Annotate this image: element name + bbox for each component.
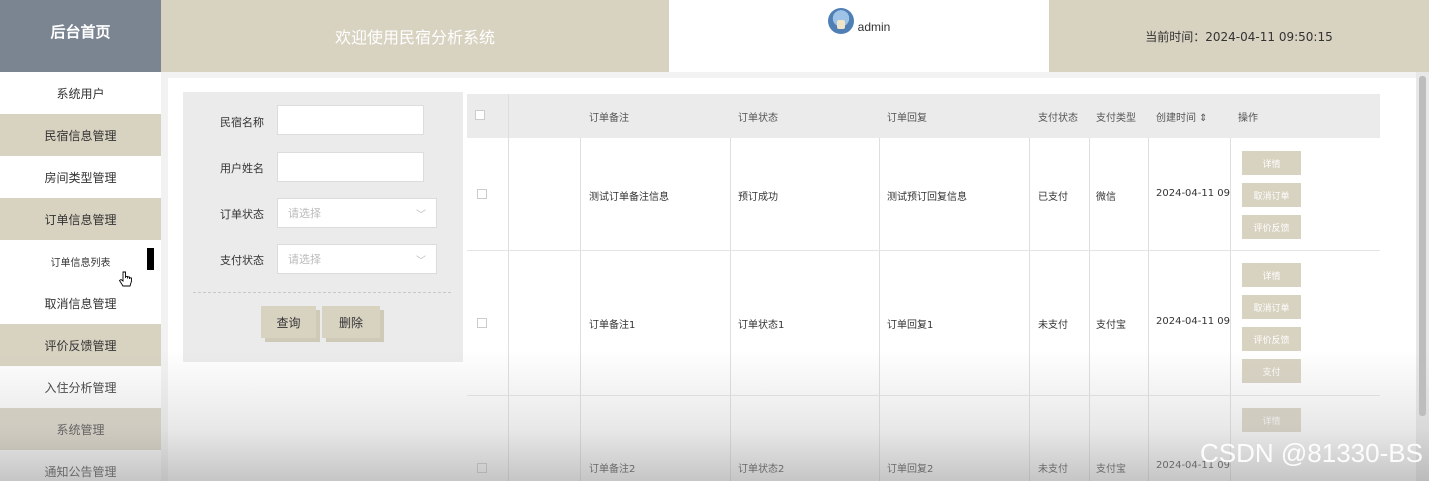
cell-remark: 订单备注1 xyxy=(589,320,636,331)
pay-status-label: 支付状态 xyxy=(220,254,264,267)
header-reply: 订单回复 xyxy=(887,112,927,124)
details-button[interactable]: 详情 xyxy=(1242,151,1301,175)
sidebar-item-system-management[interactable]: 系统管理 xyxy=(0,408,161,450)
cell-pay-status: 已支付 xyxy=(1038,192,1068,203)
orders-table: 订单备注 订单状态 订单回复 支付状态 支付类型 创建时间 ⇕ 操作 测试订单备… xyxy=(467,94,1380,481)
header-status: 订单状态 xyxy=(738,112,778,124)
header-pay-type: 支付类型 xyxy=(1096,112,1136,124)
order-status-label: 订单状态 xyxy=(220,208,264,221)
table-row: 订单备注1 订单状态1 订单回复1 未支付 支付宝 2024-04-11 09:… xyxy=(467,251,1380,396)
sidebar-item-order-management[interactable]: 订单信息管理 xyxy=(0,198,161,240)
select-all-checkbox[interactable] xyxy=(475,110,485,120)
active-indicator xyxy=(147,248,154,270)
sidebar-item-feedback-management[interactable]: 评价反馈管理 xyxy=(0,324,161,366)
sidebar-item-room-type-management[interactable]: 房间类型管理 xyxy=(0,156,161,198)
feedback-button[interactable]: 评价反馈 xyxy=(1242,215,1301,239)
cell-status: 订单状态2 xyxy=(738,464,785,475)
cell-created-time: 2024-04-11 09:4 xyxy=(1156,188,1230,199)
pay-status-select[interactable]: 请选择 ﹀ xyxy=(277,244,437,274)
delete-button[interactable]: 删除 xyxy=(322,306,380,338)
vertical-scrollbar[interactable] xyxy=(1416,72,1429,481)
hand-cursor-icon xyxy=(118,271,132,287)
details-button[interactable]: 详情 xyxy=(1242,263,1301,287)
cell-pay-status: 未支付 xyxy=(1038,320,1068,331)
order-status-placeholder: 请选择 xyxy=(288,207,321,220)
chevron-down-icon: ﹀ xyxy=(416,255,426,267)
homestay-name-label: 民宿名称 xyxy=(220,116,264,129)
cell-remark: 订单备注2 xyxy=(589,464,636,475)
order-status-select[interactable]: 请选择 ﹀ xyxy=(277,198,437,228)
header-pay-status: 支付状态 xyxy=(1038,112,1078,124)
watermark: CSDN @81330-BS xyxy=(1200,438,1423,468)
table-row: 测试订单备注信息 预订成功 测试预订回复信息 已支付 微信 2024-04-11… xyxy=(467,138,1380,251)
sidebar-item-homestay-management[interactable]: 民宿信息管理 xyxy=(0,114,161,156)
cell-status: 订单状态1 xyxy=(738,320,785,331)
header-created-time[interactable]: 创建时间 ⇕ xyxy=(1156,94,1208,138)
top-header: 后台首页 欢迎使用民宿分析系统 admin 当前时间：2024-04-11 09… xyxy=(0,0,1429,72)
cancel-order-button[interactable]: 取消订单 xyxy=(1242,295,1301,319)
query-button[interactable]: 查询 xyxy=(261,306,316,338)
chevron-down-icon: ﹀ xyxy=(416,209,426,221)
sidebar-item-order-list[interactable]: 订单信息列表 xyxy=(0,240,161,282)
table-header: 订单备注 订单状态 订单回复 支付状态 支付类型 创建时间 ⇕ 操作 xyxy=(467,94,1380,138)
sidebar-item-notice-management[interactable]: 通知公告管理 xyxy=(0,450,161,481)
cancel-order-button[interactable]: 取消订单 xyxy=(1242,183,1301,207)
search-panel: 民宿名称 用户姓名 订单状态 请选择 ﹀ 支付状态 请选择 ﹀ 查询 删除 xyxy=(183,92,463,362)
divider xyxy=(193,292,451,293)
sidebar-item-checkin-analysis[interactable]: 入住分析管理 xyxy=(0,366,161,408)
header-remark: 订单备注 xyxy=(589,112,629,124)
cell-created-time: 2024-04-11 09:3 xyxy=(1156,316,1230,327)
username: admin xyxy=(857,20,891,34)
details-button[interactable]: 详情 xyxy=(1242,408,1301,432)
homestay-name-input[interactable] xyxy=(277,105,424,135)
cell-reply: 订单回复2 xyxy=(887,464,934,475)
row-checkbox[interactable] xyxy=(477,189,487,199)
sidebar-item-system-users[interactable]: 系统用户 xyxy=(0,72,161,114)
header-operations: 操作 xyxy=(1238,112,1258,124)
user-info[interactable]: admin xyxy=(669,0,1049,72)
sidebar-item-label: 订单信息列表 xyxy=(50,257,111,269)
welcome-title: 欢迎使用民宿分析系统 xyxy=(161,0,669,72)
user-avatar-icon[interactable] xyxy=(827,8,854,34)
scrollbar-thumb[interactable] xyxy=(1419,76,1426,416)
sidebar-item-cancel-management[interactable]: 取消信息管理 xyxy=(0,282,161,324)
cell-reply: 测试预订回复信息 xyxy=(887,192,967,203)
cell-status: 预订成功 xyxy=(738,192,778,203)
cell-remark: 测试订单备注信息 xyxy=(589,192,669,203)
row-checkbox[interactable] xyxy=(477,463,487,473)
pay-button[interactable]: 支付 xyxy=(1242,359,1301,383)
feedback-button[interactable]: 评价反馈 xyxy=(1242,327,1301,351)
home-link[interactable]: 后台首页 xyxy=(0,0,161,72)
sidebar: 系统用户 民宿信息管理 房间类型管理 订单信息管理 订单信息列表 取消信息管理 … xyxy=(0,72,161,481)
username-input[interactable] xyxy=(277,152,424,182)
row-checkbox[interactable] xyxy=(477,318,487,328)
cell-pay-type: 支付宝 xyxy=(1096,464,1126,475)
cell-pay-status: 未支付 xyxy=(1038,464,1068,475)
cell-reply: 订单回复1 xyxy=(887,320,934,331)
cell-pay-type: 微信 xyxy=(1096,192,1116,203)
username-label: 用户姓名 xyxy=(220,162,264,175)
current-time: 当前时间：2024-04-11 09:50:15 xyxy=(1049,0,1429,72)
cell-pay-type: 支付宝 xyxy=(1096,320,1126,331)
pay-status-placeholder: 请选择 xyxy=(288,253,321,266)
